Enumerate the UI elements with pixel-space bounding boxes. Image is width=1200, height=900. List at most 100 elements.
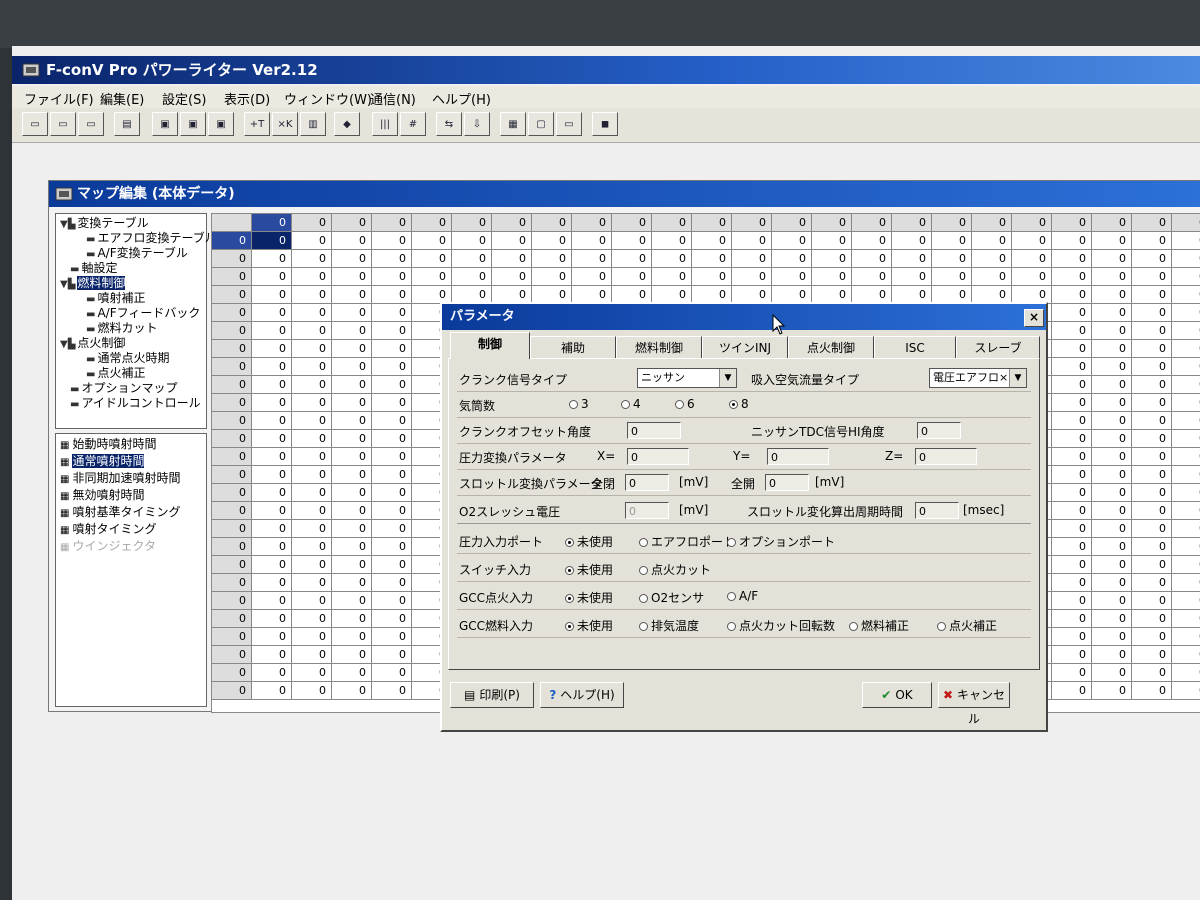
grid-cell[interactable]: 0: [1092, 322, 1132, 340]
grid-cell[interactable]: 0: [252, 538, 292, 556]
grid-cell[interactable]: 0: [1172, 304, 1200, 322]
grid-row-header[interactable]: 0: [212, 682, 252, 700]
grid-cell[interactable]: 0: [332, 646, 372, 664]
grid-cell[interactable]: 0: [692, 250, 732, 268]
grid-cell[interactable]: 0: [292, 232, 332, 250]
grid-col-header[interactable]: 0: [532, 214, 572, 232]
grid-cell[interactable]: 0: [1172, 646, 1200, 664]
grid-cell[interactable]: 0: [1052, 286, 1092, 304]
grid-cell[interactable]: 0: [1092, 646, 1132, 664]
grid-row-header[interactable]: 0: [212, 502, 252, 520]
list-item-injection-base-timing[interactable]: ▦ 噴射基準タイミング: [60, 504, 180, 521]
grid-cell[interactable]: 0: [612, 232, 652, 250]
tree-item-af-table[interactable]: ▬ A/F変換テーブル: [86, 246, 188, 261]
grid-cell[interactable]: 0: [1132, 394, 1172, 412]
grid-row-header[interactable]: 0: [212, 340, 252, 358]
cylinders-radio-6[interactable]: 6: [675, 397, 695, 411]
grid-cell[interactable]: 0: [1172, 448, 1200, 466]
grid-cell[interactable]: 0: [372, 250, 412, 268]
grid-cell[interactable]: 0: [1092, 520, 1132, 538]
grid-row-header[interactable]: 0: [212, 664, 252, 682]
grid-cell[interactable]: 0: [1172, 556, 1200, 574]
help-button[interactable]: ? ヘルプ(H): [540, 682, 624, 708]
grid-cell[interactable]: 0: [332, 538, 372, 556]
grid-cell[interactable]: 0: [1092, 430, 1132, 448]
grid-cell[interactable]: 0: [292, 610, 332, 628]
grid-cell[interactable]: 0: [252, 358, 292, 376]
grid-col-header[interactable]: 0: [812, 214, 852, 232]
grid-cell[interactable]: 0: [372, 628, 412, 646]
grid-cell[interactable]: 0: [252, 448, 292, 466]
grid-cell[interactable]: 0: [1092, 376, 1132, 394]
grid-row-header[interactable]: 0: [212, 610, 252, 628]
close-icon[interactable]: ×: [1024, 309, 1044, 327]
grid-cell[interactable]: 0: [252, 304, 292, 322]
grid-cell[interactable]: 0: [292, 394, 332, 412]
grid-row-header[interactable]: 0: [212, 286, 252, 304]
grid-cell[interactable]: 0: [372, 682, 412, 700]
grid-col-header[interactable]: 0: [1092, 214, 1132, 232]
grid-cell[interactable]: 0: [532, 250, 572, 268]
pressure-y-input[interactable]: 0: [767, 448, 829, 465]
grid-cell[interactable]: 0: [1052, 502, 1092, 520]
grid-cell[interactable]: 0: [1092, 358, 1132, 376]
grid-row-header[interactable]: 0: [212, 448, 252, 466]
menu-help[interactable]: ヘルプ(H): [432, 89, 491, 108]
grid-cell[interactable]: 0: [1052, 448, 1092, 466]
grid-cell[interactable]: 0: [1052, 538, 1092, 556]
grid-cell[interactable]: 0: [1012, 232, 1052, 250]
grid-col-header[interactable]: 0: [1132, 214, 1172, 232]
grid-cell[interactable]: 0: [252, 592, 292, 610]
grid-cell[interactable]: 0: [332, 682, 372, 700]
grid-cell[interactable]: 0: [1172, 538, 1200, 556]
grid-cell[interactable]: 0: [412, 232, 452, 250]
grid-cell[interactable]: 0: [332, 394, 372, 412]
grid-cell[interactable]: 0: [332, 412, 372, 430]
grid-col-header[interactable]: 0: [972, 214, 1012, 232]
grid-cell[interactable]: 0: [252, 466, 292, 484]
grid-row-header[interactable]: 0: [212, 322, 252, 340]
shield-icon[interactable]: ◼: [592, 112, 618, 136]
pressure-port-radio-option[interactable]: オプションポート: [727, 533, 835, 550]
grid-cell[interactable]: 0: [1052, 574, 1092, 592]
grid-cell[interactable]: 0: [1172, 592, 1200, 610]
chart-icon[interactable]: ▦: [500, 112, 526, 136]
grid-cell[interactable]: 0: [1172, 520, 1200, 538]
grid-cell[interactable]: 0: [292, 484, 332, 502]
grid-cell[interactable]: 0: [892, 250, 932, 268]
grid-cell[interactable]: 0: [1052, 250, 1092, 268]
compare-map-icon[interactable]: ▣: [208, 112, 234, 136]
grid-cell[interactable]: 0: [532, 232, 572, 250]
grid-cell[interactable]: 0: [332, 466, 372, 484]
grid-cell[interactable]: 0: [1012, 250, 1052, 268]
grid-col-header[interactable]: 0: [1172, 214, 1200, 232]
expand-icon[interactable]: ▼▙: [60, 279, 75, 290]
grid-cell[interactable]: 0: [332, 232, 372, 250]
print-icon[interactable]: ▤: [114, 112, 140, 136]
grid-row-header[interactable]: 0: [212, 358, 252, 376]
grid-cell[interactable]: 0: [652, 250, 692, 268]
folder-icon[interactable]: ▭: [78, 112, 104, 136]
grid-cell[interactable]: 0: [372, 448, 412, 466]
expand-icon[interactable]: ▼▙: [60, 339, 75, 350]
grid-col-header[interactable]: 0: [252, 214, 292, 232]
menu-edit[interactable]: 編集(E): [100, 89, 144, 108]
list-item-startup-injection[interactable]: ▦ 始動時噴射時間: [60, 436, 156, 453]
grid-row-header[interactable]: 0: [212, 556, 252, 574]
grid-cell[interactable]: 0: [1172, 322, 1200, 340]
intake-airflow-type-select[interactable]: 電圧エアフロ×1 ▼: [929, 368, 1027, 388]
list-item-normal-injection[interactable]: ▦ 通常噴射時間: [60, 453, 145, 470]
grid-cell[interactable]: 0: [292, 412, 332, 430]
grid-cell[interactable]: 0: [1132, 304, 1172, 322]
grid-row-header[interactable]: 0: [212, 394, 252, 412]
grid-cell[interactable]: 0: [892, 268, 932, 286]
grid-cell[interactable]: 0: [452, 250, 492, 268]
grid-cell[interactable]: 0: [332, 304, 372, 322]
pressure-z-input[interactable]: 0: [915, 448, 977, 465]
grid-cell[interactable]: 0: [892, 232, 932, 250]
grid-cell[interactable]: 0: [1132, 556, 1172, 574]
grid-row-header[interactable]: 0: [212, 466, 252, 484]
tab-auxiliary[interactable]: 補助: [530, 336, 616, 358]
menu-settings[interactable]: 設定(S): [162, 89, 206, 108]
grid-cell[interactable]: 0: [252, 268, 292, 286]
